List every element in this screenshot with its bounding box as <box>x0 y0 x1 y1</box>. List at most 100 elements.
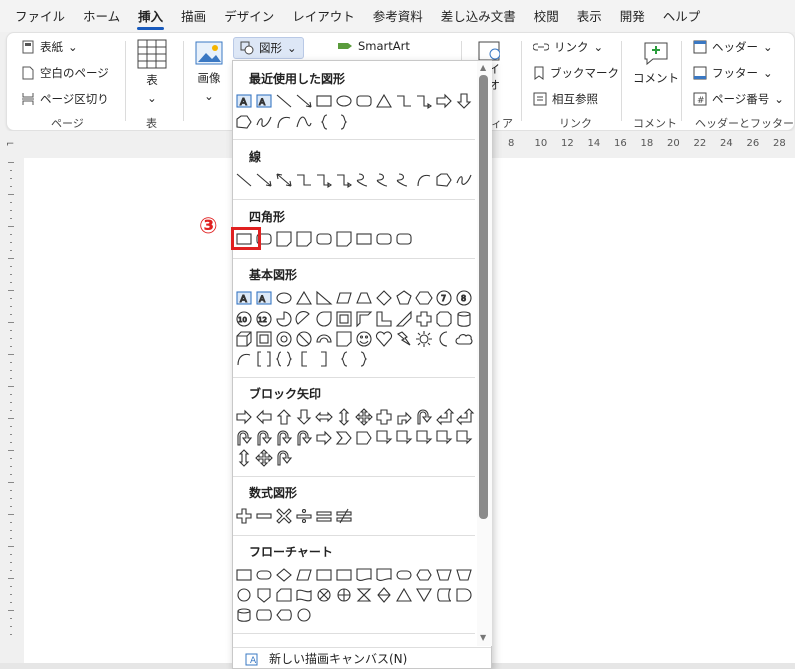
shape-fltape-icon[interactable] <box>296 589 312 602</box>
shape-uturn-icon[interactable] <box>277 430 293 446</box>
shape-rarrow-icon[interactable] <box>236 409 252 425</box>
shape-flterm-icon[interactable] <box>256 570 272 580</box>
shape-leftup-icon[interactable] <box>436 408 455 426</box>
cross-reference-button[interactable]: 相互参照 <box>533 91 598 107</box>
shape-rect-icon[interactable] <box>316 95 332 107</box>
shape-fldisplay-icon[interactable] <box>276 609 292 621</box>
shape-pie-icon[interactable] <box>276 311 292 327</box>
shape-tri-icon[interactable] <box>376 93 392 108</box>
shape-rbrace-icon[interactable] <box>340 114 348 130</box>
shape-uturn-icon[interactable] <box>417 409 433 425</box>
shape-hexa-icon[interactable] <box>415 291 433 305</box>
shape-curved3-icon[interactable] <box>396 173 408 187</box>
page-number-button[interactable]: # ページ番号 ⌄ <box>693 91 784 107</box>
shape-rrect-icon[interactable] <box>316 233 332 245</box>
shape-lbrace-icon[interactable] <box>320 114 328 130</box>
tab-4[interactable]: デザイン <box>215 0 283 32</box>
shape-callout-icon[interactable] <box>436 430 453 445</box>
shape-rect-icon[interactable] <box>356 233 372 245</box>
shape-line-icon[interactable] <box>236 173 252 187</box>
shape-elbow-icon[interactable] <box>297 174 311 186</box>
shape-oval-icon[interactable] <box>276 292 292 304</box>
shape-arc-icon[interactable] <box>417 174 431 187</box>
shape-textbox-icon[interactable]: A <box>236 94 252 109</box>
shape-flstored-icon[interactable] <box>437 588 452 602</box>
shape-equal-icon[interactable] <box>316 511 332 522</box>
shape-cube-icon[interactable] <box>236 331 252 347</box>
shape-cross-icon[interactable] <box>416 311 432 327</box>
shape-flsum-icon[interactable] <box>317 588 331 602</box>
shape-flcoll-icon[interactable] <box>356 588 372 602</box>
header-button[interactable]: ヘッダー ⌄ <box>693 39 773 55</box>
smartart-button[interactable]: SmartArt <box>337 39 410 53</box>
shape-oval-icon[interactable] <box>336 95 352 107</box>
shape-vtextbox-icon[interactable]: A <box>256 291 272 306</box>
shape-minus-icon[interactable] <box>256 513 272 519</box>
shape-line-icon[interactable] <box>276 94 292 108</box>
shape-rarrow-icon[interactable] <box>316 430 332 446</box>
shape-quad-icon[interactable] <box>255 449 273 467</box>
shape-smile-icon[interactable] <box>356 331 372 347</box>
shape-udarrow-icon[interactable] <box>238 449 250 467</box>
shape-can-icon[interactable] <box>457 311 471 327</box>
shape-vtextbox-icon[interactable]: A <box>256 94 272 109</box>
shape-flconn-icon[interactable] <box>297 608 311 622</box>
page-break-button[interactable]: ページ区切り <box>21 91 109 107</box>
shape-flextract-icon[interactable] <box>396 587 412 602</box>
tab-9[interactable]: 表示 <box>568 0 611 32</box>
shape-flsort-icon[interactable] <box>377 587 391 603</box>
shape-tri-icon[interactable] <box>296 290 312 305</box>
tab-8[interactable]: 校閲 <box>525 0 568 32</box>
shape-arc-icon[interactable] <box>277 116 291 129</box>
shape-leftup-icon[interactable] <box>456 408 475 426</box>
shape-noSym-icon[interactable] <box>296 331 312 347</box>
comment-button[interactable]: コメント <box>633 41 679 86</box>
tab-7[interactable]: 差し込み文書 <box>432 0 525 32</box>
shape-elbowarrow-icon[interactable] <box>337 174 352 189</box>
shape-freeform-icon[interactable] <box>236 115 252 129</box>
tab-10[interactable]: 開発 <box>611 0 654 32</box>
shape-fold-icon[interactable] <box>336 231 352 247</box>
shape-fldoc-icon[interactable] <box>356 568 372 581</box>
shape-uturn-icon[interactable] <box>237 430 253 446</box>
tab-6[interactable]: 参考資料 <box>364 0 432 32</box>
shapes-button[interactable]: 図形 ⌄ <box>233 37 304 59</box>
shape-flprep-icon[interactable] <box>416 569 432 581</box>
shape-para-icon[interactable] <box>336 292 352 304</box>
shape-rbrace-icon[interactable] <box>360 351 368 367</box>
shape-arrowline-icon[interactable] <box>256 173 272 187</box>
shape-fldirect-icon[interactable] <box>256 609 272 621</box>
shape-mult-icon[interactable] <box>276 508 292 524</box>
shape-flterm-icon[interactable] <box>396 570 412 580</box>
shape-fold-icon[interactable] <box>296 231 312 247</box>
shape-cross-icon[interactable] <box>376 409 392 425</box>
shape-callout-icon[interactable] <box>416 430 433 445</box>
scroll-up-icon[interactable]: ▲ <box>480 63 486 72</box>
footer-button[interactable]: フッター ⌄ <box>693 65 773 81</box>
shape-fold-icon[interactable] <box>336 331 352 347</box>
shape-heart-icon[interactable] <box>375 331 393 347</box>
shape-plaque-icon[interactable] <box>436 311 452 327</box>
shape-scribble-icon[interactable] <box>256 116 272 127</box>
scroll-down-icon[interactable]: ▼ <box>480 633 486 642</box>
tab-11[interactable]: ヘルプ <box>654 0 710 32</box>
shape-dbrace-icon[interactable] <box>275 351 293 367</box>
shape-bentarrow-icon[interactable] <box>397 411 412 425</box>
picture-button[interactable]: 画像 ⌄ <box>195 41 223 103</box>
shape-blockarc-icon[interactable] <box>316 334 332 343</box>
tab-3[interactable]: 描画 <box>172 0 215 32</box>
shape-divide-icon[interactable] <box>296 508 312 524</box>
tab-1[interactable]: ホーム <box>74 0 129 32</box>
new-drawing-canvas-item[interactable]: A 新しい描画キャンバス(N) <box>233 647 491 669</box>
shape-lshape-icon[interactable] <box>376 311 392 327</box>
shape-elbowarrow-icon[interactable] <box>317 174 332 189</box>
shape-fldisk-icon[interactable] <box>237 608 251 622</box>
shape-freeform-icon[interactable] <box>436 173 452 187</box>
shape-chevron-icon[interactable] <box>335 431 352 445</box>
shape-flmanual-icon[interactable] <box>456 569 472 581</box>
link-button[interactable]: リンク ⌄ <box>533 39 603 55</box>
shape-arc-icon[interactable] <box>237 353 251 366</box>
shape-donut-icon[interactable] <box>276 331 292 347</box>
shape-rtri-icon[interactable] <box>316 290 333 305</box>
shape-lrarrow-icon[interactable] <box>315 411 333 423</box>
